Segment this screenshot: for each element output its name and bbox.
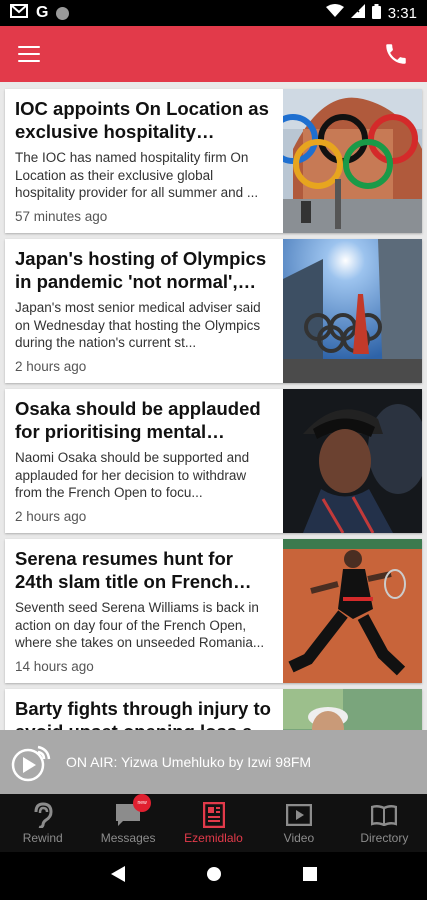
- olympic-rings-building-image: [283, 89, 422, 233]
- article-summary: Seventh seed Serena Williams is back in …: [15, 600, 265, 650]
- article-summary: Japan's most senior medical adviser said…: [15, 300, 261, 350]
- article-summary: The IOC has named hospitality firm On Lo…: [15, 150, 259, 200]
- article-title: Barty fights through injury to avoid ups…: [15, 698, 271, 730]
- article-title: Japan's hosting of Olympics in pandemic …: [15, 248, 267, 292]
- article-card[interactable]: Osaka should be applauded for prioritisi…: [5, 389, 422, 533]
- nav-label: Messages: [100, 830, 156, 845]
- message-badge: new: [133, 793, 152, 812]
- system-navigation: [0, 852, 427, 900]
- nav-messages[interactable]: new Messages: [85, 793, 170, 852]
- article-card[interactable]: IOC appoints On Location as exclusive ho…: [5, 89, 422, 233]
- article-title: IOC appoints On Location as exclusive ho…: [15, 98, 269, 142]
- olympic-rings-tokyo-image: [283, 239, 422, 383]
- book-icon: [371, 802, 398, 828]
- naomi-osaka-image: [283, 389, 422, 533]
- article-time: 14 hours ago: [15, 659, 94, 674]
- nav-ezemidlalo[interactable]: Ezemidlalo: [171, 794, 256, 852]
- ear-icon: [30, 801, 56, 828]
- video-icon: [285, 802, 312, 828]
- wifi-icon: [325, 4, 344, 22]
- menu-icon[interactable]: [18, 46, 40, 62]
- newspaper-icon: [201, 801, 227, 828]
- home-icon[interactable]: [206, 866, 222, 887]
- nav-directory[interactable]: Directory: [342, 794, 427, 852]
- bottom-navigation: Rewind new Messages Ezemidlalo Video Dir…: [0, 793, 427, 852]
- gmail-icon: [10, 3, 28, 23]
- recents-icon[interactable]: [302, 866, 317, 886]
- article-time: 2 hours ago: [15, 509, 87, 524]
- nav-video[interactable]: Video: [256, 794, 341, 852]
- nav-rewind[interactable]: Rewind: [0, 794, 85, 852]
- phone-icon[interactable]: [383, 41, 409, 67]
- chat-icon: new: [115, 793, 152, 828]
- status-time: 3:31: [387, 4, 417, 22]
- signal-icon: [350, 4, 365, 22]
- article-card[interactable]: Barty fights through injury to avoid ups…: [5, 689, 422, 730]
- article-card[interactable]: Japan's hosting of Olympics in pandemic …: [5, 239, 422, 383]
- nav-label: Rewind: [22, 830, 63, 845]
- ashleigh-barty-image: [283, 689, 422, 730]
- article-time: 57 minutes ago: [15, 209, 108, 224]
- on-air-text: ON AIR: Yizwa Umehluko by Izwi 98FM: [66, 754, 312, 770]
- serena-williams-image: [283, 539, 422, 683]
- on-air-bar[interactable]: ON AIR: Yizwa Umehluko by Izwi 98FM: [0, 730, 427, 794]
- battery-icon: [371, 3, 381, 23]
- notification-dot-icon: [56, 6, 70, 20]
- nav-label: Ezemidlalo: [184, 830, 243, 845]
- article-summary: Naomi Osaka should be supported and appl…: [15, 450, 250, 500]
- nav-label: Directory: [360, 830, 409, 845]
- article-time: 2 hours ago: [15, 359, 87, 374]
- app-header: [0, 26, 427, 82]
- article-card[interactable]: Serena resumes hunt for 24th slam title …: [5, 539, 422, 683]
- back-icon[interactable]: [110, 865, 125, 887]
- article-title: Serena resumes hunt for 24th slam title …: [15, 548, 233, 592]
- status-bar: G 3:31: [0, 0, 427, 26]
- google-icon: G: [36, 4, 49, 21]
- radio-play-icon[interactable]: [10, 741, 52, 783]
- nav-label: Video: [283, 830, 315, 845]
- news-feed[interactable]: IOC appoints On Location as exclusive ho…: [0, 82, 427, 730]
- article-title: Osaka should be applauded for prioritisi…: [15, 398, 261, 442]
